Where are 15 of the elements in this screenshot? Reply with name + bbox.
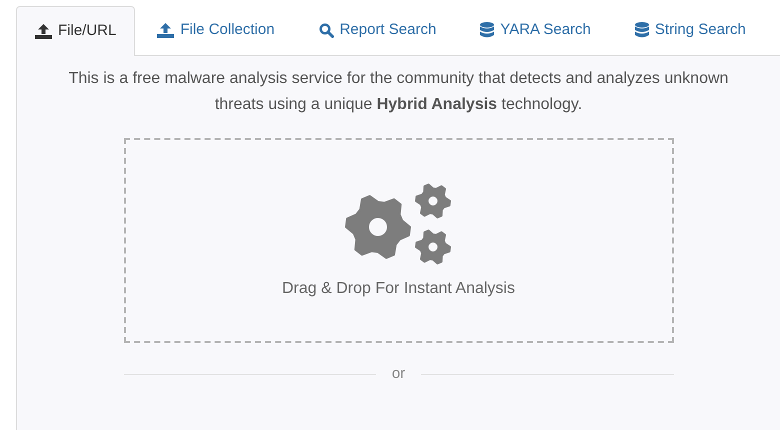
drop-zone-label: Drag & Drop For Instant Analysis [282, 278, 515, 298]
database-icon [634, 22, 649, 38]
upload-icon [157, 22, 174, 38]
tab[interactable]: YARA Search [458, 5, 613, 55]
divider-label: or [392, 364, 406, 384]
upload-icon [35, 24, 52, 39]
intro-text: This is a free malware analysis service for the community that detects and analyzes unknown threats using a unique Hybrid Analysis technology. [68, 69, 730, 115]
database-icon [480, 22, 494, 38]
drop-zone[interactable]: Drag & Drop For Instant Analysis [124, 138, 674, 343]
search-icon [318, 22, 334, 38]
tab[interactable]: File/URL [16, 6, 136, 56]
tab[interactable]: Report Search [296, 5, 458, 55]
tab[interactable]: File Collection [135, 5, 297, 55]
tab[interactable]: String Search [612, 5, 768, 55]
gears-icon [344, 180, 452, 266]
